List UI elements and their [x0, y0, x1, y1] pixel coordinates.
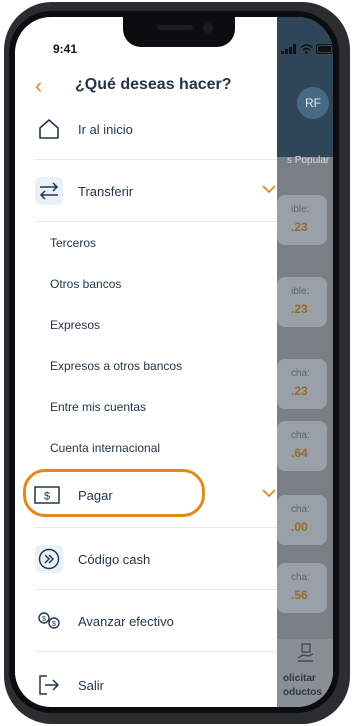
divider — [35, 159, 277, 160]
card-value: .56 — [291, 588, 308, 602]
divider — [35, 221, 277, 222]
page-title: ¿Qué deseas hacer? — [75, 76, 232, 93]
menu-item-label: Salir — [78, 678, 105, 693]
tab-label-line1: olicitar — [283, 673, 316, 684]
logout-icon — [35, 671, 63, 699]
highlight-ring — [23, 469, 205, 517]
submenu-item-expresos-otros-bancos[interactable]: Expresos a otros bancos — [50, 359, 182, 373]
card-label: cha: — [291, 572, 310, 583]
divider — [35, 589, 277, 590]
hand-money-icon — [297, 643, 315, 667]
card-label: cha: — [291, 430, 310, 441]
submenu-item-entre-mis-cuentas[interactable]: Entre mis cuentas — [50, 400, 146, 414]
home-icon — [35, 115, 63, 143]
battery-icon — [316, 41, 333, 59]
card-value: .64 — [291, 446, 308, 460]
menu-item-cash-code[interactable]: Código cash — [15, 531, 277, 587]
card-label: ible: — [291, 204, 310, 215]
account-card[interactable]: cha: .64 — [277, 421, 327, 471]
account-card[interactable]: cha: .56 — [277, 563, 327, 613]
submenu-item-otros-bancos[interactable]: Otros bancos — [50, 277, 121, 291]
transfer-arrows-icon — [35, 177, 63, 205]
divider — [35, 651, 277, 652]
status-icons — [281, 41, 333, 59]
menu-item-logout[interactable]: Salir — [15, 657, 277, 707]
wifi-icon — [300, 41, 313, 59]
coins-exchange-icon: $ $ — [35, 607, 63, 635]
account-card[interactable]: ible: .23 — [277, 277, 327, 327]
card-value: .23 — [291, 384, 308, 398]
card-label: ible: — [291, 286, 310, 297]
camera — [203, 23, 213, 33]
chevron-down-icon[interactable] — [261, 181, 277, 199]
submenu-item-expresos[interactable]: Expresos — [50, 318, 100, 332]
svg-text:$: $ — [42, 616, 46, 623]
svg-text:$: $ — [52, 621, 56, 628]
signal-icon — [281, 41, 297, 59]
back-chevron-icon[interactable]: ‹ — [35, 75, 42, 97]
chevron-down-icon[interactable] — [261, 485, 277, 503]
divider — [35, 527, 277, 528]
menu-item-label: Transferir — [78, 184, 134, 199]
double-chevron-circle-icon — [35, 545, 63, 573]
avatar[interactable]: RF — [297, 87, 329, 119]
card-value: .23 — [291, 302, 308, 316]
card-label: cha: — [291, 368, 310, 379]
account-card[interactable]: cha: .23 — [277, 359, 327, 409]
account-card[interactable]: cha: .00 — [277, 495, 327, 545]
request-products-tab[interactable]: olicitar oductos — [277, 639, 333, 707]
status-time: 9:41 — [53, 42, 78, 56]
popular-label: s Popular — [287, 155, 330, 166]
menu-item-transfer[interactable]: Transferir — [15, 163, 277, 219]
submenu-item-cuenta-internacional[interactable]: Cuenta internacional — [50, 441, 160, 455]
tab-label-line2: oductos — [283, 687, 322, 698]
menu-item-cash-advance[interactable]: $ $ Avanzar efectivo — [15, 593, 277, 649]
phone-screen: RF s Popular ible: .23 ible: .23 cha: .2… — [15, 17, 333, 707]
side-drawer: ‹ ¿Qué deseas hacer? Ir al inicio Transf… — [15, 17, 277, 707]
submenu-item-terceros[interactable]: Terceros — [50, 236, 96, 250]
speaker — [157, 25, 193, 30]
dynamic-island — [123, 17, 235, 47]
menu-item-home[interactable]: Ir al inicio — [15, 101, 277, 157]
card-label: cha: — [291, 504, 310, 515]
menu-item-label: Avanzar efectivo — [78, 614, 174, 629]
card-value: .00 — [291, 520, 308, 534]
menu-item-label: Código cash — [78, 552, 151, 567]
account-card[interactable]: ible: .23 — [277, 195, 327, 245]
card-value: .23 — [291, 220, 308, 234]
menu-item-label: Ir al inicio — [78, 122, 133, 137]
